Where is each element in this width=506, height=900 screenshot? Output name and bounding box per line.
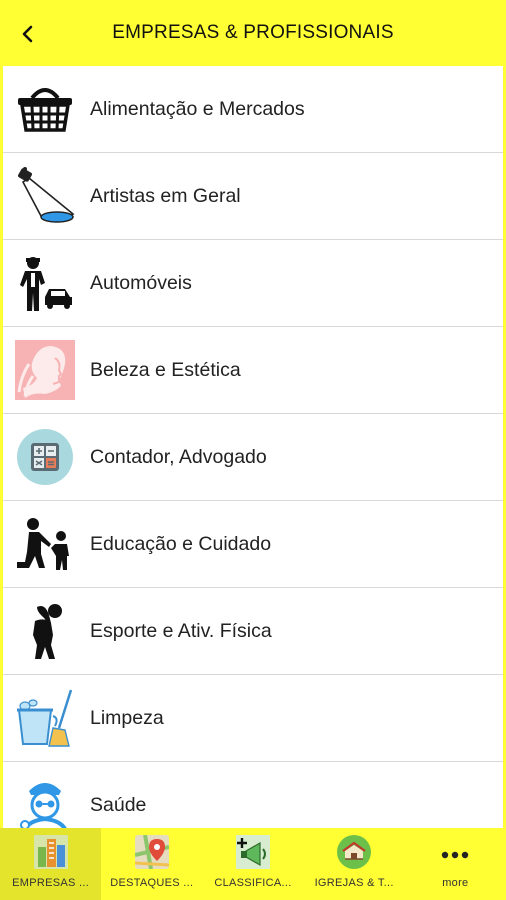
category-list: Alimentação e Mercados Artistas em Geral bbox=[3, 66, 503, 828]
category-label: Automóveis bbox=[90, 271, 192, 294]
tab-label: more bbox=[442, 877, 469, 889]
category-item-educacao[interactable]: Educação e Cuidado bbox=[3, 501, 503, 588]
category-label: Saúde bbox=[90, 793, 147, 816]
calculator-icon bbox=[15, 427, 75, 487]
category-item-esporte[interactable]: Esporte e Ativ. Física bbox=[3, 588, 503, 675]
category-item-artistas[interactable]: Artistas em Geral bbox=[3, 153, 503, 240]
category-label: Beleza e Estética bbox=[90, 358, 241, 381]
basket-icon bbox=[15, 79, 75, 139]
tab-label: CLASSIFICA... bbox=[214, 877, 292, 889]
tab-label: DESTAQUES ... bbox=[110, 877, 194, 889]
tab-empresas[interactable]: EMPRESAS ... bbox=[0, 828, 102, 900]
tab-label: EMPRESAS ... bbox=[12, 877, 90, 889]
category-item-beleza[interactable]: Beleza e Estética bbox=[3, 327, 503, 414]
tab-igrejas[interactable]: IGREJAS & T... bbox=[304, 828, 405, 900]
category-label: Limpeza bbox=[90, 706, 164, 729]
buildings-icon bbox=[33, 834, 69, 870]
bucket-broom-icon bbox=[15, 688, 75, 748]
bottom-tab-bar: EMPRESAS ... DESTAQUES ... CLASSIFICA... bbox=[0, 828, 506, 900]
category-item-alimentacao[interactable]: Alimentação e Mercados bbox=[3, 66, 503, 153]
more-dots-icon bbox=[437, 834, 473, 870]
category-item-automoveis[interactable]: Automóveis bbox=[3, 240, 503, 327]
spotlight-icon bbox=[15, 166, 75, 226]
back-button[interactable] bbox=[14, 20, 42, 48]
app-header: EMPRESAS & PROFISSIONAIS bbox=[0, 0, 506, 66]
page-title: EMPRESAS & PROFISSIONAIS bbox=[112, 22, 394, 43]
church-icon bbox=[336, 834, 372, 870]
megaphone-icon bbox=[235, 834, 271, 870]
tab-more[interactable]: more bbox=[405, 828, 506, 900]
woman-profile-icon bbox=[15, 340, 75, 400]
category-item-limpeza[interactable]: Limpeza bbox=[3, 675, 503, 762]
adult-child-icon bbox=[15, 514, 75, 574]
car-attendant-icon bbox=[15, 253, 75, 313]
category-item-saude[interactable]: Saúde bbox=[3, 762, 503, 828]
category-label: Contador, Advogado bbox=[90, 445, 267, 468]
stretching-person-icon bbox=[15, 601, 75, 661]
category-label: Esporte e Ativ. Física bbox=[90, 619, 272, 642]
category-item-contador[interactable]: Contador, Advogado bbox=[3, 414, 503, 501]
category-label: Alimentação e Mercados bbox=[90, 97, 305, 120]
map-pin-icon bbox=[134, 834, 170, 870]
tab-destaques[interactable]: DESTAQUES ... bbox=[101, 828, 202, 900]
category-label: Educação e Cuidado bbox=[90, 532, 272, 555]
category-label: Artistas em Geral bbox=[90, 184, 241, 207]
tab-classificados[interactable]: CLASSIFICA... bbox=[202, 828, 303, 900]
tab-label: IGREJAS & T... bbox=[314, 877, 394, 889]
nurse-icon bbox=[15, 775, 75, 828]
chevron-left-icon bbox=[22, 25, 33, 43]
